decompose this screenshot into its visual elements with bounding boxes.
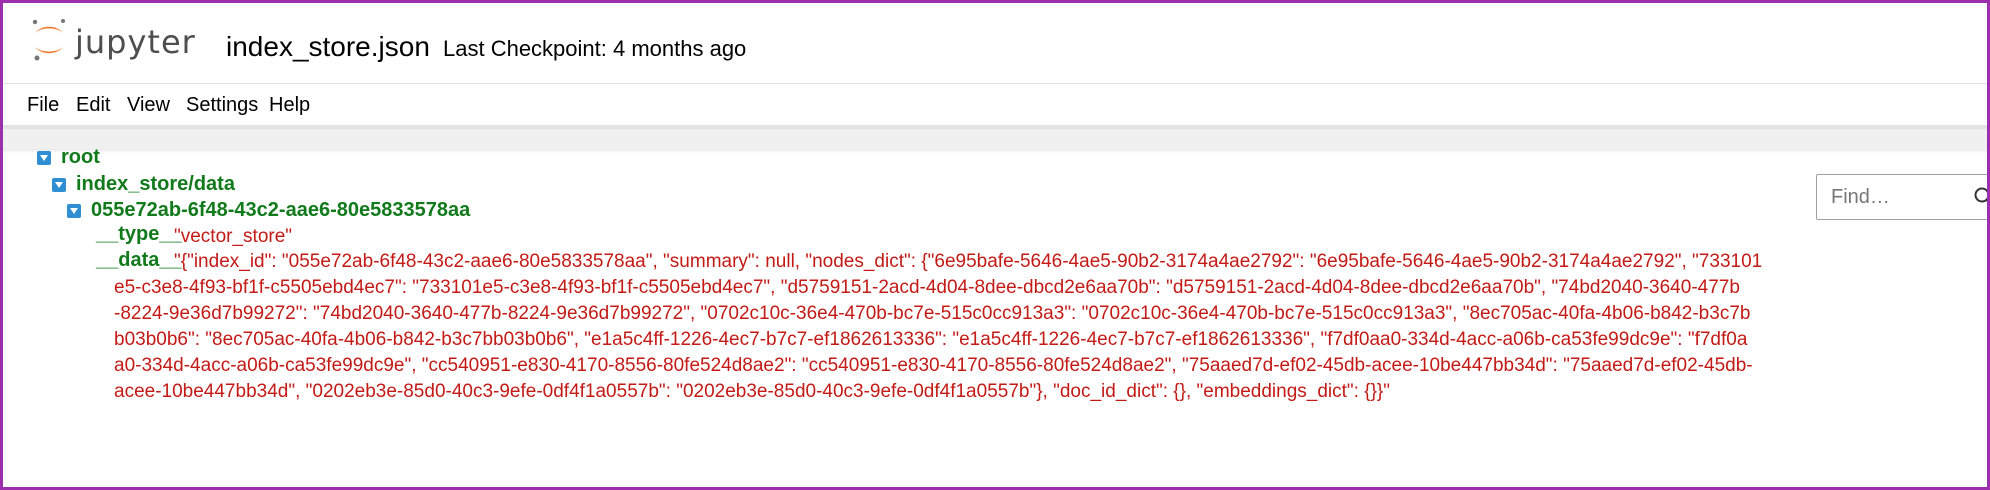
tree-key-type: __type__ (96, 223, 182, 245)
data-line: -8224-9e36d7b99272": "74bd2040-3640-477b… (114, 303, 1751, 324)
menu-settings[interactable]: Settings (186, 94, 258, 117)
menu-edit[interactable]: Edit (76, 94, 110, 117)
find-box (1816, 174, 1990, 220)
menu-file[interactable]: File (27, 94, 59, 117)
menu-bar: File Edit View Settings Help (3, 83, 1987, 126)
collapse-caret-icon[interactable] (67, 203, 81, 218)
data-line: b03b0b6": "8ec705ac-40fa-4b06-b842-b3c7b… (114, 329, 1748, 350)
data-line: acee-10be447bb34d", "0202eb3e-85d0-40c3-… (114, 381, 1391, 402)
menu-view[interactable]: View (127, 94, 170, 117)
tree-value-type: "vector_store" (174, 226, 293, 247)
tree-node-root[interactable]: root (37, 146, 100, 169)
jupyter-logo-icon[interactable] (29, 17, 69, 63)
find-input[interactable] (1829, 183, 1973, 211)
toolbar-area (3, 129, 1987, 153)
tree-key-data: __data__ (96, 249, 182, 271)
search-icon[interactable] (1973, 186, 1990, 208)
collapse-caret-icon[interactable] (37, 150, 51, 165)
notebook-filename[interactable]: index_store.json (226, 31, 430, 63)
data-line: e5-c3e8-4f93-bf1f-c5505ebd4ec7": "733101… (114, 277, 1740, 298)
jupyter-brand-text: jupyter (75, 23, 196, 61)
tree-key-index-store-data: index_store/data (76, 173, 235, 195)
data-line: a0-334d-4acc-a06b-ca53fe99dc9e", "cc5409… (114, 355, 1753, 376)
data-line: "{"index_id": "055e72ab-6f48-43c2-aae6-8… (174, 251, 1763, 272)
header: jupyter index_store.json Last Checkpoint… (3, 3, 1987, 71)
menu-help[interactable]: Help (269, 94, 310, 117)
jupyter-window: jupyter index_store.json Last Checkpoint… (0, 0, 1990, 490)
tree-key-root: root (61, 146, 100, 168)
tree-key-index-id: 055e72ab-6f48-43c2-aae6-80e5833578aa (91, 199, 471, 221)
collapse-caret-icon[interactable] (52, 177, 66, 192)
last-checkpoint: Last Checkpoint: 4 months ago (443, 36, 747, 61)
tree-node-index-store-data[interactable]: index_store/data (52, 173, 235, 196)
tree-node-index-id[interactable]: 055e72ab-6f48-43c2-aae6-80e5833578aa (67, 199, 470, 222)
